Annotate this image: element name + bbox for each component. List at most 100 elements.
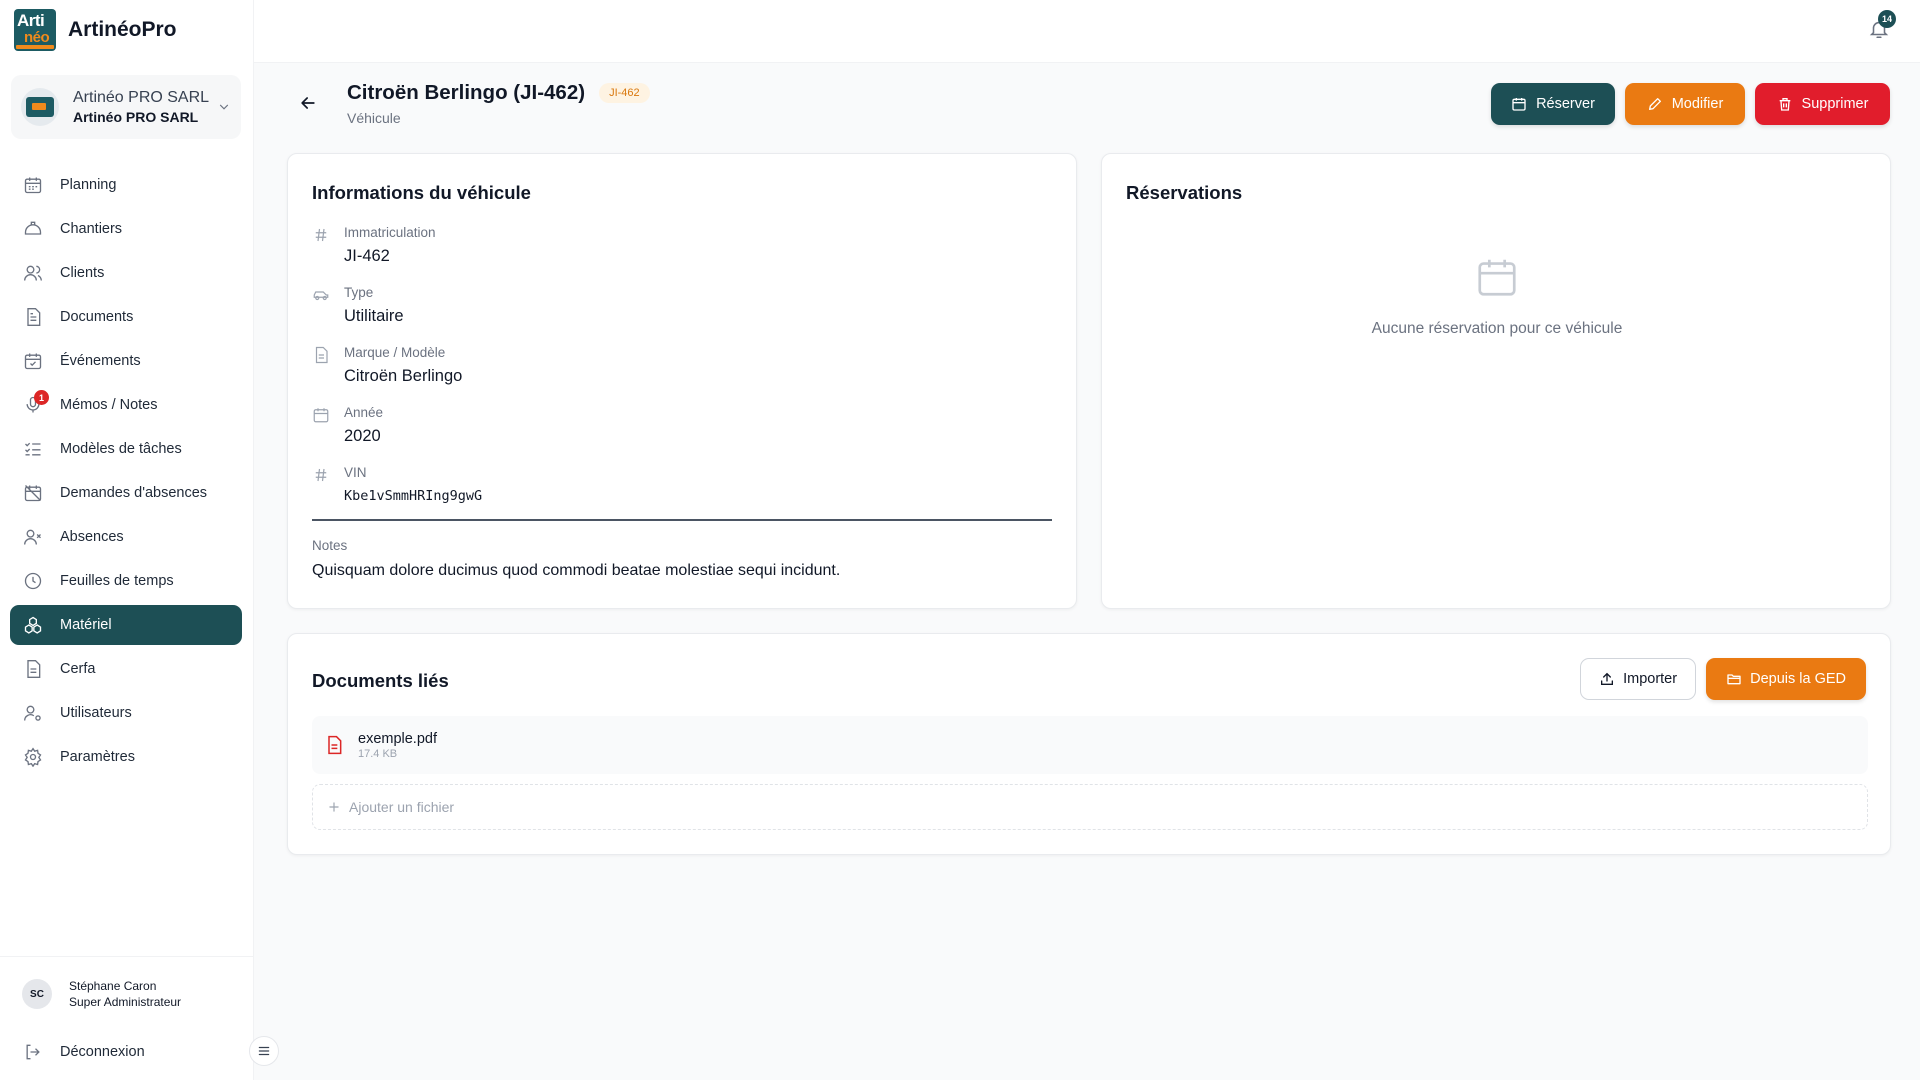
edit-button[interactable]: Modifier [1625, 83, 1745, 125]
user-cog-icon [24, 705, 41, 721]
page-header: Citroën Berlingo (JI-462) JI-462 Véhicul… [254, 63, 1920, 153]
field-immatriculation: Immatriculation JI-462 [312, 224, 436, 268]
reserve-button[interactable]: Réserver [1491, 83, 1615, 125]
user-profile[interactable]: SC Stéphane Caron Super Administrateur [22, 978, 181, 1010]
page-title: Citroën Berlingo (JI-462) [347, 81, 586, 104]
plus-icon [329, 802, 339, 812]
reservations-card: Réservations Aucune réservation pour ce … [1101, 153, 1891, 609]
sidebar-item-label: Matériel [60, 617, 112, 633]
delete-label: Supprimer [1801, 96, 1869, 112]
settings-icon [24, 747, 42, 767]
from-ged-button[interactable]: Depuis la GED [1706, 658, 1866, 700]
field-label: Marque / Modèle [344, 345, 446, 360]
field-label: Année [344, 405, 384, 420]
linked-documents-card: Documents liés Importer Depuis la GED ex… [287, 633, 1891, 855]
delete-button[interactable]: Supprimer [1755, 83, 1890, 125]
sidebar-item-memos[interactable]: 1 Mémos / Notes [10, 385, 242, 425]
sidebar-item-label: Utilisateurs [60, 705, 132, 721]
field-marque-modele: Marque / Modèle Citroën Berlingo [312, 344, 462, 388]
page-actions: Réserver Modifier Supprimer [1491, 83, 1890, 125]
back-button[interactable] [298, 93, 318, 113]
sidebar-item-label: Absences [60, 529, 124, 545]
file-text-icon [27, 660, 41, 678]
arrow-left-icon [301, 97, 315, 109]
sidebar-item-label: Clients [60, 265, 105, 281]
sidebar-nav: Planning Chantiers Clients Documents Évé… [10, 165, 242, 781]
company-logo [21, 88, 59, 126]
brand[interactable]: Arti néo ArtinéoPro [14, 9, 177, 51]
calendar-plus-icon [1512, 98, 1526, 111]
logout-icon [26, 1044, 40, 1060]
reserve-label: Réserver [1536, 96, 1595, 112]
add-file-dropzone[interactable]: Ajouter un fichier [312, 784, 1868, 830]
vehicle-info-card: Informations du véhicule Immatriculation… [287, 153, 1077, 609]
field-label: Type [344, 285, 374, 300]
sidebar-item-utilisateurs[interactable]: Utilisateurs [10, 693, 242, 733]
app-logo: Arti néo [14, 9, 56, 51]
company-switcher[interactable]: Artinéo PRO SARL Artinéo PRO SARL [11, 75, 241, 139]
user-x-icon [24, 529, 41, 545]
page-subtitle: Véhicule [347, 110, 401, 126]
sidebar-item-label: Planning [60, 177, 117, 193]
sidebar-item-label: Chantiers [60, 221, 123, 237]
file-item[interactable]: exemple.pdf 17.4 KB [312, 716, 1868, 774]
hash-icon [315, 468, 327, 482]
topbar: 14 [254, 0, 1920, 63]
field-label: VIN [344, 465, 367, 480]
file-icon [315, 346, 328, 364]
field-value: JI-462 [344, 247, 390, 265]
calendar-icon [24, 177, 42, 194]
pencil-icon [1648, 98, 1661, 110]
sidebar-toggle-button[interactable] [249, 1036, 279, 1066]
field-value: 2020 [344, 427, 381, 445]
car-icon [313, 291, 329, 301]
company-name: Artinéo PRO SARL [73, 88, 210, 106]
logout-button[interactable]: Déconnexion [23, 1042, 145, 1062]
sidebar-item-evenements[interactable]: Événements [10, 341, 242, 381]
app-name: ArtinéoPro [68, 18, 177, 41]
notes-label: Notes [312, 538, 348, 553]
hash-icon [315, 228, 327, 242]
document-icon [27, 308, 41, 326]
document-actions: Importer Depuis la GED [1580, 658, 1866, 700]
file-size: 17.4 KB [358, 748, 398, 760]
import-button[interactable]: Importer [1580, 658, 1697, 700]
sidebar-item-cerfa[interactable]: Cerfa [10, 649, 242, 689]
sidebar-item-label: Mémos / Notes [60, 397, 158, 413]
sidebar-item-planning[interactable]: Planning [10, 165, 242, 205]
users-icon [24, 265, 42, 281]
sidebar-item-label: Demandes d'absences [60, 485, 208, 501]
notifications-button[interactable]: 14 [1868, 10, 1896, 40]
sidebar-item-demandes-absences[interactable]: Demandes d'absences [10, 473, 242, 513]
plate-badge: JI-462 [599, 83, 650, 103]
field-value: Utilitaire [344, 307, 404, 325]
file-name: exemple.pdf [358, 731, 437, 747]
edit-label: Modifier [1671, 96, 1724, 112]
calendar-icon [313, 408, 329, 423]
sidebar: Arti néo ArtinéoPro Artinéo PRO SARL Art… [0, 0, 254, 1080]
sidebar-item-clients[interactable]: Clients [10, 253, 242, 293]
sidebar-item-absences[interactable]: Absences [10, 517, 242, 557]
upload-icon [1601, 672, 1614, 685]
field-value: Citroën Berlingo [344, 367, 463, 385]
sidebar-item-materiel[interactable]: Matériel [10, 605, 242, 645]
sidebar-item-documents[interactable]: Documents [10, 297, 242, 337]
empty-state-text: Aucune réservation pour ce véhicule [1371, 320, 1623, 337]
sidebar-item-chantiers[interactable]: Chantiers [10, 209, 242, 249]
memos-badge: 1 [34, 390, 49, 405]
clock-icon [24, 572, 42, 590]
calendar-check-icon [24, 353, 42, 370]
sidebar-item-parametres[interactable]: Paramètres [10, 737, 242, 777]
sidebar-item-modeles[interactable]: Modèles de tâches [10, 429, 242, 469]
calendar-off-icon [24, 485, 42, 502]
user-name: Stéphane Caron [69, 979, 157, 993]
calendar-empty-icon [1478, 259, 1516, 296]
chevron-down-icon [219, 104, 229, 110]
menu-icon [258, 1046, 270, 1056]
card-title: Réservations [1126, 182, 1243, 203]
sidebar-item-feuilles-temps[interactable]: Feuilles de temps [10, 561, 242, 601]
notes-value: Quisquam dolore ducimus quod commodi bea… [312, 562, 841, 579]
boxes-icon [24, 616, 42, 634]
divider [312, 519, 1052, 521]
company-subname: Artinéo PRO SARL [73, 109, 199, 126]
